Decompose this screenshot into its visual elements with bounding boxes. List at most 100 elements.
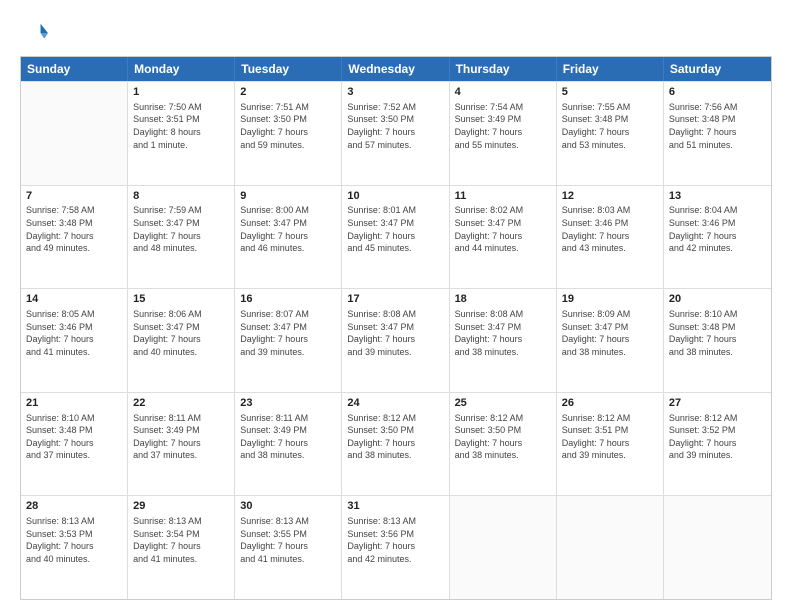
- day-info: Sunrise: 7:58 AM Sunset: 3:48 PM Dayligh…: [26, 204, 122, 254]
- day-number: 28: [26, 499, 122, 514]
- day-number: 6: [669, 85, 766, 100]
- day-info: Sunrise: 8:12 AM Sunset: 3:50 PM Dayligh…: [347, 412, 443, 462]
- calendar-body: 1Sunrise: 7:50 AM Sunset: 3:51 PM Daylig…: [21, 81, 771, 599]
- cal-cell: 20Sunrise: 8:10 AM Sunset: 3:48 PM Dayli…: [664, 289, 771, 392]
- day-info: Sunrise: 8:07 AM Sunset: 3:47 PM Dayligh…: [240, 308, 336, 358]
- day-number: 7: [26, 189, 122, 204]
- cal-cell: 15Sunrise: 8:06 AM Sunset: 3:47 PM Dayli…: [128, 289, 235, 392]
- calendar: SundayMondayTuesdayWednesdayThursdayFrid…: [20, 56, 772, 600]
- cal-cell: 19Sunrise: 8:09 AM Sunset: 3:47 PM Dayli…: [557, 289, 664, 392]
- cal-cell: 26Sunrise: 8:12 AM Sunset: 3:51 PM Dayli…: [557, 393, 664, 496]
- cal-cell: [557, 496, 664, 599]
- cal-cell: 30Sunrise: 8:13 AM Sunset: 3:55 PM Dayli…: [235, 496, 342, 599]
- cal-cell: 12Sunrise: 8:03 AM Sunset: 3:46 PM Dayli…: [557, 186, 664, 289]
- cal-cell: 31Sunrise: 8:13 AM Sunset: 3:56 PM Dayli…: [342, 496, 449, 599]
- day-info: Sunrise: 8:13 AM Sunset: 3:54 PM Dayligh…: [133, 515, 229, 565]
- day-number: 14: [26, 292, 122, 307]
- day-info: Sunrise: 8:08 AM Sunset: 3:47 PM Dayligh…: [347, 308, 443, 358]
- day-info: Sunrise: 8:11 AM Sunset: 3:49 PM Dayligh…: [133, 412, 229, 462]
- cal-cell: [21, 82, 128, 185]
- week-row-1: 1Sunrise: 7:50 AM Sunset: 3:51 PM Daylig…: [21, 81, 771, 185]
- day-info: Sunrise: 8:10 AM Sunset: 3:48 PM Dayligh…: [26, 412, 122, 462]
- cal-cell: 5Sunrise: 7:55 AM Sunset: 3:48 PM Daylig…: [557, 82, 664, 185]
- page: SundayMondayTuesdayWednesdayThursdayFrid…: [0, 0, 792, 612]
- cal-cell: 11Sunrise: 8:02 AM Sunset: 3:47 PM Dayli…: [450, 186, 557, 289]
- day-info: Sunrise: 7:54 AM Sunset: 3:49 PM Dayligh…: [455, 101, 551, 151]
- header-day-wednesday: Wednesday: [342, 57, 449, 81]
- cal-cell: 27Sunrise: 8:12 AM Sunset: 3:52 PM Dayli…: [664, 393, 771, 496]
- cal-cell: 7Sunrise: 7:58 AM Sunset: 3:48 PM Daylig…: [21, 186, 128, 289]
- day-info: Sunrise: 8:13 AM Sunset: 3:53 PM Dayligh…: [26, 515, 122, 565]
- day-number: 24: [347, 396, 443, 411]
- day-number: 27: [669, 396, 766, 411]
- day-info: Sunrise: 8:01 AM Sunset: 3:47 PM Dayligh…: [347, 204, 443, 254]
- day-info: Sunrise: 8:10 AM Sunset: 3:48 PM Dayligh…: [669, 308, 766, 358]
- day-info: Sunrise: 7:56 AM Sunset: 3:48 PM Dayligh…: [669, 101, 766, 151]
- day-number: 22: [133, 396, 229, 411]
- day-number: 13: [669, 189, 766, 204]
- day-info: Sunrise: 7:52 AM Sunset: 3:50 PM Dayligh…: [347, 101, 443, 151]
- cal-cell: 3Sunrise: 7:52 AM Sunset: 3:50 PM Daylig…: [342, 82, 449, 185]
- day-info: Sunrise: 8:06 AM Sunset: 3:47 PM Dayligh…: [133, 308, 229, 358]
- day-number: 12: [562, 189, 658, 204]
- day-number: 11: [455, 189, 551, 204]
- day-info: Sunrise: 8:13 AM Sunset: 3:55 PM Dayligh…: [240, 515, 336, 565]
- cal-cell: 29Sunrise: 8:13 AM Sunset: 3:54 PM Dayli…: [128, 496, 235, 599]
- day-info: Sunrise: 8:04 AM Sunset: 3:46 PM Dayligh…: [669, 204, 766, 254]
- cal-cell: [664, 496, 771, 599]
- header-day-saturday: Saturday: [664, 57, 771, 81]
- day-number: 26: [562, 396, 658, 411]
- header-day-sunday: Sunday: [21, 57, 128, 81]
- week-row-4: 21Sunrise: 8:10 AM Sunset: 3:48 PM Dayli…: [21, 392, 771, 496]
- day-number: 16: [240, 292, 336, 307]
- day-number: 4: [455, 85, 551, 100]
- cal-cell: 24Sunrise: 8:12 AM Sunset: 3:50 PM Dayli…: [342, 393, 449, 496]
- cal-cell: 14Sunrise: 8:05 AM Sunset: 3:46 PM Dayli…: [21, 289, 128, 392]
- cal-cell: 16Sunrise: 8:07 AM Sunset: 3:47 PM Dayli…: [235, 289, 342, 392]
- week-row-2: 7Sunrise: 7:58 AM Sunset: 3:48 PM Daylig…: [21, 185, 771, 289]
- day-number: 10: [347, 189, 443, 204]
- day-number: 3: [347, 85, 443, 100]
- header: [20, 16, 772, 48]
- cal-cell: 4Sunrise: 7:54 AM Sunset: 3:49 PM Daylig…: [450, 82, 557, 185]
- cal-cell: 10Sunrise: 8:01 AM Sunset: 3:47 PM Dayli…: [342, 186, 449, 289]
- header-day-friday: Friday: [557, 57, 664, 81]
- day-info: Sunrise: 8:03 AM Sunset: 3:46 PM Dayligh…: [562, 204, 658, 254]
- day-info: Sunrise: 7:51 AM Sunset: 3:50 PM Dayligh…: [240, 101, 336, 151]
- day-info: Sunrise: 8:05 AM Sunset: 3:46 PM Dayligh…: [26, 308, 122, 358]
- day-number: 31: [347, 499, 443, 514]
- day-info: Sunrise: 8:13 AM Sunset: 3:56 PM Dayligh…: [347, 515, 443, 565]
- day-number: 21: [26, 396, 122, 411]
- day-number: 5: [562, 85, 658, 100]
- cal-cell: 9Sunrise: 8:00 AM Sunset: 3:47 PM Daylig…: [235, 186, 342, 289]
- cal-cell: 18Sunrise: 8:08 AM Sunset: 3:47 PM Dayli…: [450, 289, 557, 392]
- day-number: 23: [240, 396, 336, 411]
- cal-cell: 6Sunrise: 7:56 AM Sunset: 3:48 PM Daylig…: [664, 82, 771, 185]
- day-info: Sunrise: 8:11 AM Sunset: 3:49 PM Dayligh…: [240, 412, 336, 462]
- cal-cell: 13Sunrise: 8:04 AM Sunset: 3:46 PM Dayli…: [664, 186, 771, 289]
- cal-cell: 17Sunrise: 8:08 AM Sunset: 3:47 PM Dayli…: [342, 289, 449, 392]
- day-number: 18: [455, 292, 551, 307]
- day-number: 15: [133, 292, 229, 307]
- day-number: 2: [240, 85, 336, 100]
- header-day-tuesday: Tuesday: [235, 57, 342, 81]
- week-row-3: 14Sunrise: 8:05 AM Sunset: 3:46 PM Dayli…: [21, 288, 771, 392]
- day-info: Sunrise: 8:12 AM Sunset: 3:52 PM Dayligh…: [669, 412, 766, 462]
- cal-cell: 8Sunrise: 7:59 AM Sunset: 3:47 PM Daylig…: [128, 186, 235, 289]
- day-info: Sunrise: 8:12 AM Sunset: 3:50 PM Dayligh…: [455, 412, 551, 462]
- day-info: Sunrise: 8:02 AM Sunset: 3:47 PM Dayligh…: [455, 204, 551, 254]
- day-number: 25: [455, 396, 551, 411]
- cal-cell: [450, 496, 557, 599]
- cal-cell: 22Sunrise: 8:11 AM Sunset: 3:49 PM Dayli…: [128, 393, 235, 496]
- day-info: Sunrise: 7:50 AM Sunset: 3:51 PM Dayligh…: [133, 101, 229, 151]
- logo-icon: [20, 20, 48, 48]
- day-number: 17: [347, 292, 443, 307]
- day-number: 1: [133, 85, 229, 100]
- cal-cell: 23Sunrise: 8:11 AM Sunset: 3:49 PM Dayli…: [235, 393, 342, 496]
- day-info: Sunrise: 7:59 AM Sunset: 3:47 PM Dayligh…: [133, 204, 229, 254]
- cal-cell: 28Sunrise: 8:13 AM Sunset: 3:53 PM Dayli…: [21, 496, 128, 599]
- day-info: Sunrise: 8:08 AM Sunset: 3:47 PM Dayligh…: [455, 308, 551, 358]
- day-info: Sunrise: 8:00 AM Sunset: 3:47 PM Dayligh…: [240, 204, 336, 254]
- logo: [20, 20, 50, 48]
- day-number: 20: [669, 292, 766, 307]
